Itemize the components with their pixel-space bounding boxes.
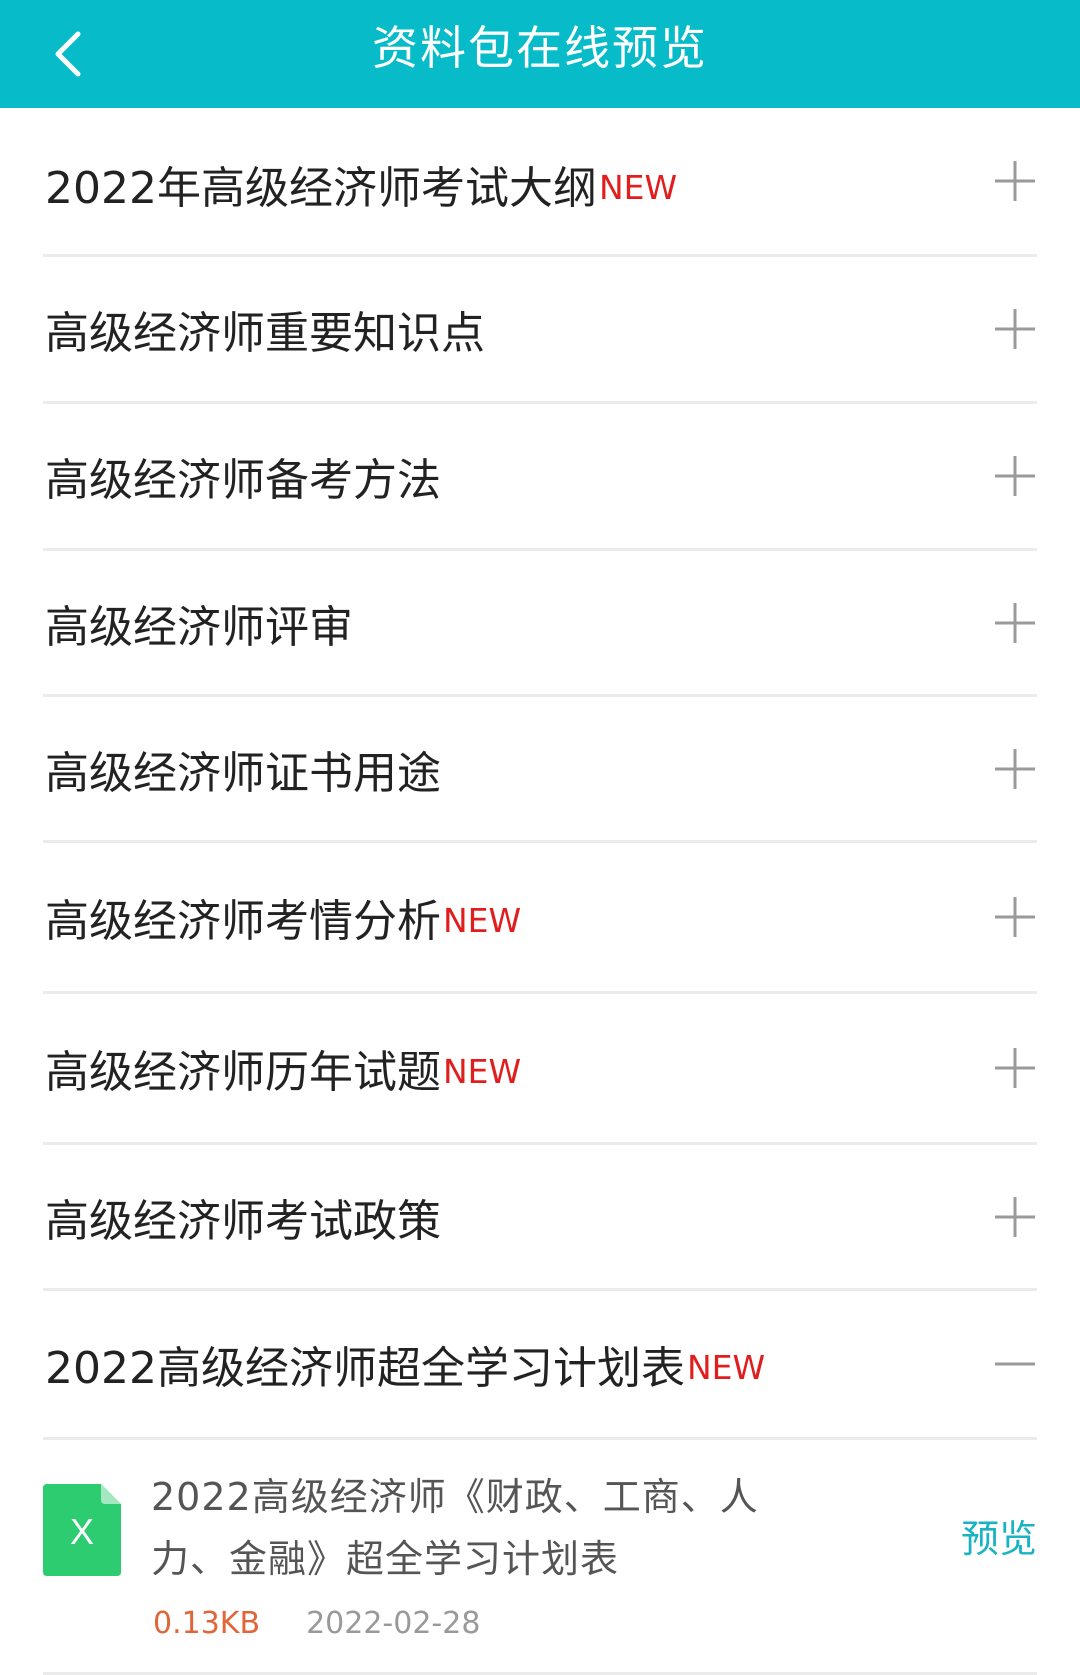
excel-file-icon: X xyxy=(43,1484,121,1576)
file-meta: 0.13KB 2022-02-28 xyxy=(153,1606,480,1641)
section-row-certificate-use[interactable]: 高级经济师证书用途 xyxy=(43,697,1037,843)
plus-icon[interactable] xyxy=(993,454,1037,498)
page-title: 资料包在线预览 xyxy=(372,21,708,75)
file-size: 0.13KB xyxy=(153,1606,261,1641)
section-row-study-methods[interactable]: 高级经济师备考方法 xyxy=(43,404,1037,551)
minus-icon[interactable] xyxy=(993,1342,1037,1386)
section-row-key-points[interactable]: 高级经济师重要知识点 xyxy=(43,257,1037,404)
plus-icon[interactable] xyxy=(993,895,1037,939)
section-title: 高级经济师评审 xyxy=(45,601,353,653)
new-badge: NEW xyxy=(443,900,522,940)
section-title: 高级经济师考试政策 xyxy=(45,1195,441,1247)
section-row-past-papers[interactable]: 高级经济师历年试题 NEW xyxy=(43,994,1037,1145)
section-title: 2022年高级经济师考试大纲 xyxy=(45,163,597,214)
file-date: 2022-02-28 xyxy=(306,1606,481,1641)
file-name: 2022高级经济师《财政、工商、人力、金融》超全学习计划表 xyxy=(151,1475,759,1581)
section-row-study-plan[interactable]: 2022高级经济师超全学习计划表 NEW xyxy=(43,1291,1037,1440)
plus-icon[interactable] xyxy=(993,1046,1037,1090)
file-item[interactable]: X 2022高级经济师《财政、工商、人力、金融》超全学习计划表 0.13KB 20… xyxy=(43,1440,1037,1675)
section-title: 高级经济师备考方法 xyxy=(45,455,441,506)
new-badge: NEW xyxy=(686,1347,766,1387)
section-row-exam-policy[interactable]: 高级经济师考试政策 xyxy=(43,1145,1037,1291)
plus-icon[interactable] xyxy=(993,159,1037,203)
app-bar: 资料包在线预览 xyxy=(0,0,1080,108)
new-badge: NEW xyxy=(443,1051,522,1091)
plus-icon[interactable] xyxy=(993,747,1037,791)
section-title: 高级经济师考情分析 xyxy=(45,896,441,947)
section-row-exam-outline[interactable]: 2022年高级经济师考试大纲 NEW xyxy=(43,108,1037,257)
section-title: 高级经济师重要知识点 xyxy=(45,308,485,359)
new-badge: NEW xyxy=(598,167,678,207)
section-title: 2022高级经济师超全学习计划表 xyxy=(45,1343,685,1394)
section-title: 高级经济师证书用途 xyxy=(45,747,441,799)
section-row-review[interactable]: 高级经济师评审 xyxy=(43,551,1037,697)
svg-text:X: X xyxy=(70,1511,94,1552)
plus-icon[interactable] xyxy=(993,307,1037,351)
section-title: 高级经济师历年试题 xyxy=(45,1047,441,1098)
plus-icon[interactable] xyxy=(993,1195,1037,1239)
preview-button[interactable]: 预览 xyxy=(961,1508,1037,1563)
plus-icon[interactable] xyxy=(993,601,1037,645)
section-row-exam-analysis[interactable]: 高级经济师考情分析 NEW xyxy=(43,843,1037,994)
section-list: 2022年高级经济师考试大纲 NEW 高级经济师重要知识点 高级经济师备考方法 高… xyxy=(0,108,1080,1675)
